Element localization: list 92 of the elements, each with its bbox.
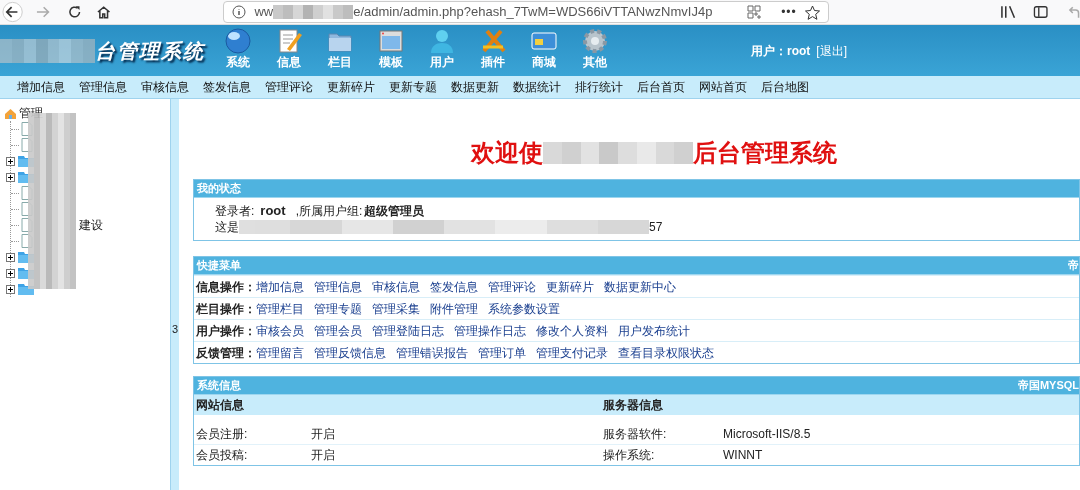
expand-icon[interactable] <box>6 284 15 294</box>
undo-icon[interactable] <box>1066 4 1080 20</box>
menu-link[interactable]: 管理信息 <box>314 277 362 296</box>
row-label: 用户操作： <box>196 322 256 340</box>
info-label: 操作系统: <box>603 447 656 464</box>
info-value: 开启 <box>311 425 336 443</box>
nav-link[interactable]: 更新专题 <box>382 78 444 96</box>
nav-link[interactable]: 网站首页 <box>692 78 754 96</box>
nav-link[interactable]: 审核信息 <box>134 78 196 96</box>
url-text: e/admin/admin.php?ehash_7TwM=WDS66iVTTANwzNmvIJ4p <box>353 3 713 22</box>
field-label: ,所属用户组: <box>295 202 363 220</box>
menu-link[interactable]: 管理反馈信息 <box>314 343 386 362</box>
reload-icon[interactable] <box>66 4 82 20</box>
nav-link[interactable]: 签发信息 <box>196 78 258 96</box>
menu-link[interactable]: 管理错误报告 <box>396 343 468 362</box>
menu-link[interactable]: 附件管理 <box>430 299 478 318</box>
section-heading: 服务器信息 <box>603 397 664 414</box>
forward-icon[interactable] <box>35 4 51 20</box>
more-button[interactable]: ••• <box>781 3 797 21</box>
expand-icon[interactable] <box>6 172 15 182</box>
expand-icon[interactable] <box>6 268 15 278</box>
expand-icon[interactable] <box>6 252 15 262</box>
tree-label: 管理 <box>19 105 43 122</box>
menu-link[interactable]: 管理订单 <box>478 343 526 362</box>
nav-link[interactable]: 管理评论 <box>258 78 320 96</box>
star-icon[interactable] <box>804 4 820 20</box>
nav-link[interactable]: 后台地图 <box>754 78 816 96</box>
logo-text: 台管理系统 <box>95 38 205 64</box>
nav-link[interactable]: 更新碎片 <box>320 78 382 96</box>
menu-link[interactable]: 系统参数设置 <box>488 299 560 318</box>
info-value: 开启 <box>311 447 336 464</box>
info-value: Microsoft-IIS/8.5 <box>723 425 812 443</box>
panel-title: 我的状态 <box>197 181 241 197</box>
info-value: WINNT <box>723 447 764 464</box>
menu-link[interactable]: 管理评论 <box>488 277 536 296</box>
tree-label: 建设 <box>79 217 103 234</box>
url-text: ww <box>254 3 274 22</box>
user-label: 用户：root <box>751 42 811 60</box>
info-label: 会员注册: <box>196 425 249 443</box>
window-icon[interactable] <box>376 27 405 55</box>
menu-link[interactable]: 数据更新中心 <box>604 277 676 296</box>
menu-link[interactable]: 增加信息 <box>256 277 304 296</box>
status-text: 57 <box>649 219 663 236</box>
back-icon[interactable] <box>2 1 24 23</box>
nav-link[interactable]: 数据更新 <box>444 78 506 96</box>
section-heading: 网站信息 <box>196 397 245 414</box>
menu-link[interactable]: 审核会员 <box>256 321 304 340</box>
nav-link[interactable]: 增加信息 <box>10 78 72 96</box>
field-value: 超级管理员 <box>364 202 425 220</box>
splitter-mark: 3 <box>171 324 179 337</box>
field-label: 登录者: <box>215 202 255 220</box>
house-icon <box>4 106 17 120</box>
panel-title: 快捷菜单 <box>197 258 241 274</box>
info-label: 服务器软件: <box>603 425 668 443</box>
address-bar[interactable]: ww e/admin/admin.php?ehash_7TwM=WDS66iVTTANwzNmvIJ4p ••• <box>223 1 829 23</box>
row-label: 栏目操作： <box>196 300 256 318</box>
row-label: 信息操作： <box>196 278 256 296</box>
nav-link[interactable]: 排行统计 <box>568 78 630 96</box>
nav-link[interactable]: 管理信息 <box>72 78 134 96</box>
menu-link[interactable]: 管理支付记录 <box>536 343 608 362</box>
nav-link[interactable]: 后台首页 <box>630 78 692 96</box>
library-icon[interactable] <box>999 4 1018 20</box>
sidebar-icon[interactable] <box>1033 4 1049 20</box>
panel-title: 系统信息 <box>197 378 241 394</box>
menu-link[interactable]: 管理采集 <box>372 299 420 318</box>
panel-title: 帝 <box>1068 258 1079 274</box>
row-label: 反馈管理： <box>196 344 256 362</box>
expand-icon[interactable] <box>6 156 15 166</box>
panel-title: 帝国MYSQL <box>1017 378 1079 394</box>
menu-link[interactable]: 管理专题 <box>314 299 362 318</box>
globe-icon[interactable] <box>223 27 252 55</box>
welcome-title: 后台管理系统 <box>693 138 837 168</box>
menu-link[interactable]: 用户发布统计 <box>618 321 690 340</box>
home-icon[interactable] <box>96 4 112 20</box>
field-value: root <box>260 201 286 220</box>
menu-link[interactable]: 管理操作日志 <box>454 321 526 340</box>
info-icon[interactable] <box>232 5 247 19</box>
info-label: 会员投稿: <box>196 447 249 464</box>
menu-link[interactable]: 管理会员 <box>314 321 362 340</box>
welcome-title: 欢迎使 <box>471 138 543 168</box>
status-text: 这是 <box>215 219 239 236</box>
menu-link[interactable]: 更新碎片 <box>546 277 594 296</box>
menu-link[interactable]: 管理登陆日志 <box>372 321 444 340</box>
nav-link[interactable]: 数据统计 <box>506 78 568 96</box>
qr-code-icon[interactable] <box>747 5 762 19</box>
gear-icon[interactable] <box>580 27 609 55</box>
menu-link[interactable]: 管理栏目 <box>256 299 304 318</box>
menu-link[interactable]: 修改个人资料 <box>536 321 608 340</box>
menu-link[interactable]: 管理留言 <box>256 343 304 362</box>
menu-link[interactable]: 查看目录权限状态 <box>618 343 714 362</box>
menu-link[interactable]: 审核信息 <box>372 277 420 296</box>
menu-link[interactable]: 签发信息 <box>430 277 478 296</box>
